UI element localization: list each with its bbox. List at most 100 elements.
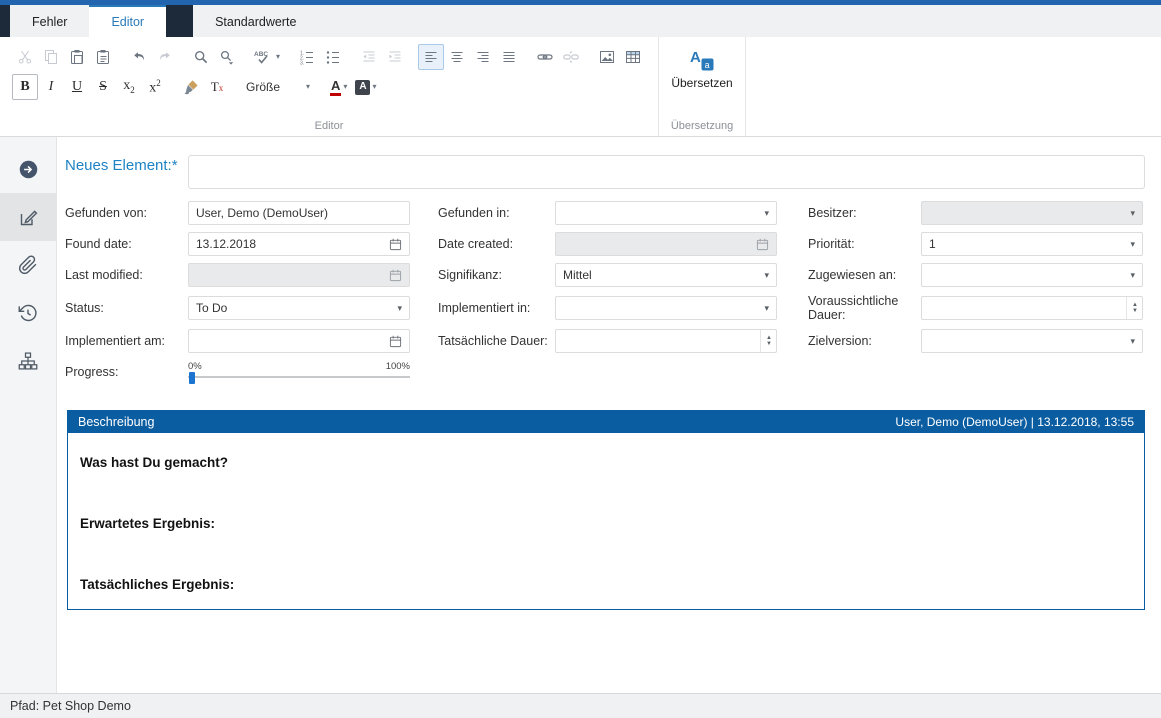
description-panel: Beschreibung User, Demo (DemoUser) | 13.… (67, 410, 1145, 610)
translate-button[interactable]: Aa Übersetzen (663, 42, 740, 95)
field-label-besitzer: Besitzer: (808, 206, 921, 220)
sidebar-item-hierarchy[interactable] (0, 337, 56, 385)
clear-formatting-button[interactable]: Tx (204, 74, 230, 100)
font-size-dropdown[interactable]: Größe ▾ (240, 75, 316, 99)
superscript-button[interactable]: x2 (142, 74, 168, 100)
align-center-icon (449, 49, 465, 65)
cut-icon (17, 49, 33, 65)
redo-icon (157, 49, 173, 65)
tab-fehler[interactable]: Fehler (10, 5, 89, 37)
bold-icon: B (20, 80, 29, 94)
description-title: Beschreibung (78, 415, 154, 429)
find-next-icon (219, 49, 235, 65)
sidebar-item-history[interactable] (0, 289, 56, 337)
find-button[interactable] (188, 44, 214, 70)
editor-form: Neues Element:* Gefunden von: Gefunden i… (57, 137, 1161, 693)
gefunden-von-input[interactable] (188, 201, 410, 225)
increase-indent-icon (387, 49, 403, 65)
bullet-list-button[interactable] (320, 44, 346, 70)
zugewiesen-an-select[interactable]: ▾ (921, 263, 1143, 287)
description-editor[interactable]: Was hast Du gemacht? Erwartetes Ergebnis… (68, 433, 1144, 638)
calendar-icon[interactable] (389, 335, 402, 348)
sidebar-item-submit[interactable] (0, 145, 56, 193)
sidebar-item-edit[interactable] (0, 193, 56, 241)
implementiert-am-input[interactable] (188, 329, 410, 353)
font-size-label: Größe (246, 80, 280, 94)
field-label-found-date: Found date: (65, 237, 188, 251)
spellcheck-button[interactable]: ABC ▾ (250, 44, 284, 70)
redo-button[interactable] (152, 44, 178, 70)
gefunden-in-select[interactable]: ▾ (555, 201, 777, 225)
italic-button[interactable]: I (38, 74, 64, 100)
status-select[interactable]: To Do▾ (188, 296, 410, 320)
status-path: Pfad: Pet Shop Demo (10, 699, 131, 713)
implementiert-in-select[interactable]: ▾ (555, 296, 777, 320)
fill-color-icon: A (355, 80, 370, 95)
align-justify-button[interactable] (496, 44, 522, 70)
decrease-indent-button[interactable] (356, 44, 382, 70)
numbered-list-button[interactable]: 1.2.3. (294, 44, 320, 70)
signifikanz-select[interactable]: Mittel▾ (555, 263, 777, 287)
numbered-list-icon: 1.2.3. (299, 49, 315, 65)
found-date-text[interactable] (196, 237, 389, 251)
ribbon-group-editor: ABC ▾ 1.2.3. B I U S x2 (0, 37, 658, 136)
align-center-button[interactable] (444, 44, 470, 70)
fill-color-button[interactable]: A▾ (351, 74, 380, 100)
paste-button[interactable] (64, 44, 90, 70)
chevron-down-icon: ▾ (764, 271, 769, 280)
format-painter-icon (183, 79, 199, 95)
paste-special-button[interactable] (90, 44, 116, 70)
spinner-arrows-icon[interactable]: ▲▼ (1126, 297, 1138, 319)
insert-link-button[interactable] (532, 44, 558, 70)
insert-image-button[interactable] (594, 44, 620, 70)
new-element-input[interactable] (188, 155, 1145, 189)
underline-button[interactable]: U (64, 74, 90, 100)
chevron-down-icon: ▾ (372, 83, 376, 91)
chevron-down-icon: ▾ (276, 53, 280, 61)
edit-pencil-icon (18, 207, 39, 228)
tatsaechliche-dauer-spinner[interactable]: ▲▼ (555, 329, 777, 353)
align-justify-icon (501, 49, 517, 65)
remove-link-button[interactable] (558, 44, 584, 70)
besitzer-select[interactable]: ▾ (921, 201, 1143, 225)
progress-slider[interactable]: 0% 100% (188, 362, 410, 384)
undo-button[interactable] (126, 44, 152, 70)
tab-standardwerte[interactable]: Standardwerte (193, 5, 318, 37)
found-date-input[interactable] (188, 232, 410, 256)
progress-handle[interactable] (189, 372, 195, 384)
field-label-implementiert-in: Implementiert in: (438, 301, 555, 315)
zielversion-select[interactable]: ▾ (921, 329, 1143, 353)
ribbon-group-editor-label: Editor (0, 120, 658, 136)
tab-bar: Fehler Editor Standardwerte (0, 5, 1161, 37)
prioritaet-select[interactable]: 1▾ (921, 232, 1143, 256)
last-modified-input[interactable] (188, 263, 410, 287)
subscript-button[interactable]: x2 (116, 74, 142, 100)
image-icon (599, 49, 615, 65)
increase-indent-button[interactable] (382, 44, 408, 70)
progress-track[interactable] (188, 373, 410, 383)
calendar-icon[interactable] (389, 238, 402, 251)
left-toolbar (0, 137, 57, 693)
align-right-button[interactable] (470, 44, 496, 70)
bold-button[interactable]: B (12, 74, 38, 100)
description-meta: User, Demo (DemoUser) | 13.12.2018, 13:5… (895, 415, 1134, 429)
find-next-button[interactable] (214, 44, 240, 70)
spinner-arrows-icon[interactable]: ▲▼ (760, 330, 772, 352)
status-bar: Pfad: Pet Shop Demo (0, 693, 1161, 718)
format-painter-button[interactable] (178, 74, 204, 100)
cut-button[interactable] (12, 44, 38, 70)
strikethrough-button[interactable]: S (90, 74, 116, 100)
clear-formatting-icon: Tx (211, 79, 223, 95)
insert-table-button[interactable] (620, 44, 646, 70)
history-icon (18, 303, 38, 323)
copy-button[interactable] (38, 44, 64, 70)
tabbar-dark-segment (0, 5, 10, 37)
gefunden-von-text[interactable] (196, 206, 402, 220)
font-color-button[interactable]: A▾ (326, 74, 351, 100)
tab-editor[interactable]: Editor (89, 5, 166, 37)
svg-text:A: A (690, 49, 701, 66)
align-left-button[interactable] (418, 44, 444, 70)
date-created-input[interactable] (555, 232, 777, 256)
sidebar-item-attachments[interactable] (0, 241, 56, 289)
voraussichtliche-dauer-spinner[interactable]: ▲▼ (921, 296, 1143, 320)
